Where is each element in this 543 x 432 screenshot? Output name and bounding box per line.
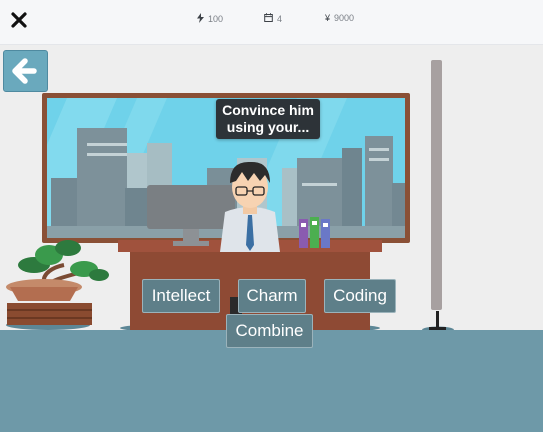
binders [299, 217, 330, 248]
top-bar: 100 4 ¥ 9000 [0, 0, 543, 45]
days-value: 4 [277, 13, 283, 24]
combine-button[interactable]: Combine [226, 314, 313, 348]
yen-icon: ¥ [325, 13, 331, 23]
close-button[interactable] [8, 9, 30, 31]
energy-value: 100 [208, 14, 224, 24]
bonsai-plant [6, 240, 109, 330]
energy-stat: 100 [197, 13, 223, 25]
money-stat: ¥ 9000 [325, 13, 354, 23]
back-button[interactable] [3, 50, 48, 92]
charm-button[interactable]: Charm [238, 279, 306, 313]
floor-lamp-pole [431, 60, 442, 310]
close-icon [11, 12, 27, 28]
calendar-icon [264, 13, 273, 24]
money-value: 9000 [334, 13, 355, 23]
dialog-prompt: Convince him using your... [216, 99, 320, 139]
coding-button[interactable]: Coding [324, 279, 396, 313]
intellect-button[interactable]: Intellect [142, 279, 220, 313]
lightning-icon [197, 13, 204, 25]
arrow-left-icon [12, 58, 37, 84]
days-stat: 4 [264, 13, 282, 24]
office-scene: Convince him using your... Intellect Cha… [0, 45, 543, 432]
